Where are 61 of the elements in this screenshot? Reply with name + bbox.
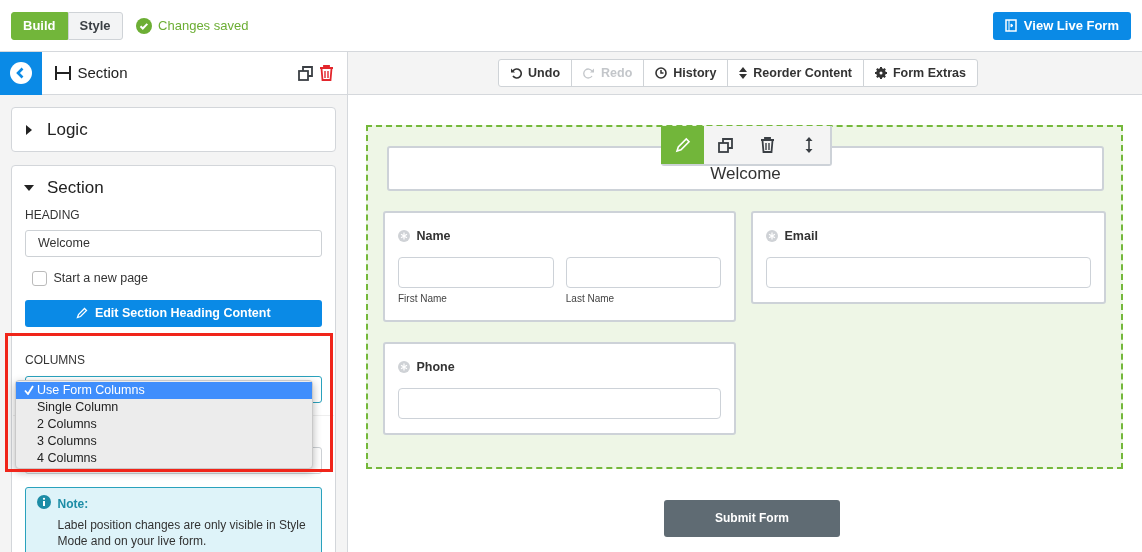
pencil-icon [674, 137, 691, 153]
clock-icon [655, 67, 668, 79]
gear-icon [874, 67, 887, 79]
text-input[interactable] [398, 256, 554, 288]
asterisk-icon [766, 230, 778, 243]
undo-icon [510, 67, 523, 79]
toolbar-button[interactable]: History [643, 59, 729, 87]
field-label: Email [784, 228, 818, 245]
submit-button[interactable]: Submit Form [664, 499, 840, 537]
mode-tab[interactable]: Style [67, 11, 123, 40]
delete-button[interactable] [319, 65, 334, 81]
text-input[interactable] [766, 256, 1091, 288]
field-label: COLUMNS [25, 351, 86, 369]
dropdown-option[interactable]: 4 Columns [16, 449, 312, 467]
dropdown-option[interactable]: 3 Columns [16, 432, 312, 450]
form-icon [1005, 19, 1018, 32]
back-button[interactable] [0, 52, 42, 95]
heading-input[interactable]: Welcome [25, 230, 322, 257]
text-input[interactable] [398, 387, 721, 419]
section-icon [55, 65, 71, 81]
save-status: Changes saved [158, 16, 249, 35]
field-label: HEADING [25, 207, 81, 224]
check-circle-icon [135, 17, 152, 34]
asterisk-icon [398, 361, 410, 374]
field-card[interactable]: Email [751, 211, 1106, 304]
text-input[interactable] [565, 256, 721, 288]
checkbox-label: Start a new page [53, 270, 148, 287]
asterisk-icon [398, 230, 410, 243]
note-text: Label position changes are only visible in Style Mode and on your live form. [57, 516, 307, 549]
duplicate-icon [297, 65, 313, 81]
check-icon [23, 385, 34, 396]
field-label: Name [416, 228, 451, 245]
toolbar-button[interactable]: Form Extras [862, 59, 978, 87]
dropdown-option[interactable]: Single Column [16, 398, 312, 416]
trash-icon [319, 65, 334, 81]
info-icon [37, 494, 51, 509]
sub-label: First Name [398, 291, 447, 306]
pencil-icon [76, 307, 89, 320]
sub-label: Last Name [565, 291, 615, 306]
field-label: Phone [416, 358, 455, 376]
caret-right-icon [24, 125, 34, 135]
note-title: Note: [57, 495, 90, 513]
dropdown-option[interactable]: 2 Columns [16, 415, 312, 433]
duplicate-icon [717, 137, 733, 153]
panel-header[interactable]: Section [12, 166, 116, 198]
edit-heading-button[interactable]: Edit Section Heading Content [25, 299, 322, 327]
view-live-form-button[interactable]: View Live Form [993, 11, 1131, 40]
trash-icon [759, 137, 775, 153]
back-icon [10, 62, 32, 84]
caret-down-icon [24, 183, 34, 193]
sort-icon [739, 67, 748, 79]
resize-vertical-icon [805, 137, 813, 153]
field-card[interactable]: Phone [383, 341, 736, 435]
duplicate-button[interactable] [297, 65, 313, 81]
form-section[interactable]: Welcome Name First Name Last Name Email Phone [366, 125, 1123, 469]
redo-icon [583, 67, 595, 79]
field-card[interactable]: Name First Name Last Name [383, 211, 736, 322]
toolbar-button[interactable]: Undo [498, 59, 572, 87]
checkbox[interactable] [32, 270, 47, 286]
toolbar-button[interactable]: Reorder Content [727, 59, 864, 87]
panel-title: Section [77, 62, 128, 83]
